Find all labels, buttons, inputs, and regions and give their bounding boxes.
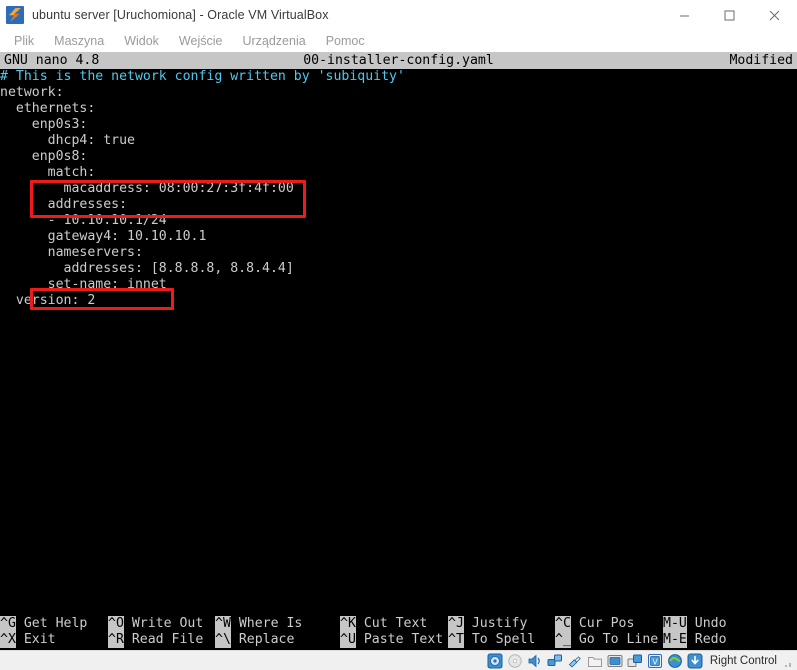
shortcut-key: ^T (448, 632, 464, 648)
shortcut-key: ^K (340, 616, 356, 632)
window-title-bar: ubuntu server [Uruchomiona] - Oracle VM … (0, 0, 797, 30)
code-line: addresses: (0, 197, 128, 212)
code-line: gateway4: 10.10.10.1 (0, 229, 207, 244)
code-line: macaddress: 08:00:27:3f:4f:00 (0, 181, 294, 196)
shortcut-item[interactable]: ^W Where Is (215, 616, 302, 632)
shortcut-label: Cut Text (355, 616, 428, 631)
shortcut-label: Write Out (123, 616, 204, 631)
code-line: network: (0, 85, 64, 100)
shortcut-key: ^_ (555, 632, 571, 648)
code-line: addresses: [8.8.8.8, 8.8.4.4] (0, 261, 294, 276)
mouse-integration-icon[interactable] (667, 653, 683, 669)
shortcut-key: ^O (108, 616, 124, 632)
shortcut-label: Where Is (230, 616, 303, 631)
shortcut-label: Get Help (15, 616, 88, 631)
window-title: ubuntu server [Uruchomiona] - Oracle VM … (32, 8, 329, 22)
vm-status-bar: V Right Control (0, 650, 797, 670)
close-button[interactable] (752, 0, 797, 30)
shortcut-key: ^G (0, 616, 16, 632)
shortcut-item[interactable]: ^C Cur Pos (555, 616, 634, 632)
shortcut-key: ^J (448, 616, 464, 632)
shortcut-label: To Spell (463, 632, 536, 647)
minimize-button[interactable] (662, 0, 707, 30)
code-line: set-name: innet (0, 277, 167, 292)
shortcut-item[interactable]: M-E Redo (663, 632, 727, 648)
shortcut-item[interactable]: ^J Justify (448, 616, 527, 632)
virtualbox-icon (6, 6, 24, 24)
hard-disk-icon[interactable] (487, 653, 503, 669)
shortcut-label: Cur Pos (570, 616, 635, 631)
shortcut-key: ^W (215, 616, 231, 632)
shortcut-label: Go To Line (570, 632, 659, 647)
shortcut-item[interactable]: ^\ Replace (215, 632, 294, 648)
menu-item-pomoc[interactable]: Pomoc (316, 32, 375, 50)
shortcut-label: Replace (230, 632, 295, 647)
shortcut-label: Justify (463, 616, 528, 631)
shortcut-key: M-U (663, 616, 687, 632)
display-icon[interactable] (607, 653, 623, 669)
virtualization-icon[interactable]: V (647, 653, 663, 669)
shortcut-label: Exit (15, 632, 56, 647)
shortcut-label: Read File (123, 632, 204, 647)
shortcut-key: ^U (340, 632, 356, 648)
shortcut-key: ^C (555, 616, 571, 632)
code-line: version: 2 (0, 293, 96, 308)
nano-shortcut-bar: ^G Get Help ^O Write Out ^W Where Is ^K Cut… (0, 616, 797, 650)
window-controls (662, 0, 797, 30)
resize-grip[interactable] (783, 655, 793, 667)
shortcut-label: Redo (686, 632, 727, 647)
menu-item-widok[interactable]: Widok (114, 32, 169, 50)
code-line: enp0s8: (0, 149, 88, 164)
minimize-icon (680, 15, 689, 16)
shortcut-key: ^R (108, 632, 124, 648)
virtualbox-window: ubuntu server [Uruchomiona] - Oracle VM … (0, 0, 797, 670)
shortcut-item[interactable]: ^X Exit (0, 632, 56, 648)
code-line: enp0s3: (0, 117, 88, 132)
shortcut-key: ^\ (215, 632, 231, 648)
code-line: nameservers: (0, 245, 143, 260)
maximize-icon (724, 10, 735, 20)
shortcut-key: M-E (663, 632, 687, 648)
nano-editor-area[interactable]: # This is the network config written by … (0, 69, 797, 616)
shortcut-row-secondary: ^X Exit ^R Read File ^\ Replace ^U Paste Te… (0, 632, 797, 648)
status-indicator-icons: V (487, 653, 703, 669)
host-key-label: Right Control (709, 654, 777, 667)
shortcut-item[interactable]: ^U Paste Text (340, 632, 443, 648)
shortcut-key: ^X (0, 632, 16, 648)
yaml-content: # This is the network config written by … (0, 69, 797, 309)
shortcut-item[interactable]: ^R Read File (108, 632, 203, 648)
maximize-button[interactable] (707, 0, 752, 30)
nano-title-bar: GNU nano 4.8 00-installer-config.yaml Mo… (0, 52, 797, 69)
menu-item-maszyna[interactable]: Maszyna (44, 32, 114, 50)
code-line: ethernets: (0, 101, 96, 116)
shortcut-row-primary: ^G Get Help ^O Write Out ^W Where Is ^K Cut… (0, 616, 797, 632)
svg-text:V: V (652, 657, 658, 666)
shortcut-label: Paste Text (355, 632, 444, 647)
usb-icon[interactable] (567, 653, 583, 669)
menu-item-wejscie[interactable]: Wejście (169, 32, 233, 50)
shortcut-item[interactable]: M-U Undo (663, 616, 727, 632)
host-key-icon[interactable] (687, 653, 703, 669)
menu-bar: Plik Maszyna Widok Wejście Urządzenia Po… (0, 30, 797, 52)
shortcut-item[interactable]: ^_ Go To Line (555, 632, 658, 648)
code-line: dhcp4: true (0, 133, 135, 148)
shortcut-item[interactable]: ^T To Spell (448, 632, 535, 648)
code-line: match: (0, 165, 96, 180)
shortcut-label: Undo (686, 616, 727, 631)
vm-display[interactable]: GNU nano 4.8 00-installer-config.yaml Mo… (0, 52, 797, 650)
shortcut-item[interactable]: ^O Write Out (108, 616, 203, 632)
optical-disk-icon[interactable] (507, 653, 523, 669)
shortcut-item[interactable]: ^G Get Help (0, 616, 87, 632)
nano-filename: 00-installer-config.yaml (303, 53, 494, 68)
menu-item-urzadzenia[interactable]: Urządzenia (232, 32, 315, 50)
recording-icon[interactable] (627, 653, 643, 669)
code-line: # This is the network config written by … (0, 69, 405, 84)
menu-item-plik[interactable]: Plik (4, 32, 44, 50)
shortcut-item[interactable]: ^K Cut Text (340, 616, 427, 632)
audio-icon[interactable] (527, 653, 543, 669)
shared-folder-icon[interactable] (587, 653, 603, 669)
code-line: - 10.10.10.1/24 (0, 213, 167, 228)
network-icon[interactable] (547, 653, 563, 669)
close-icon (769, 10, 780, 20)
